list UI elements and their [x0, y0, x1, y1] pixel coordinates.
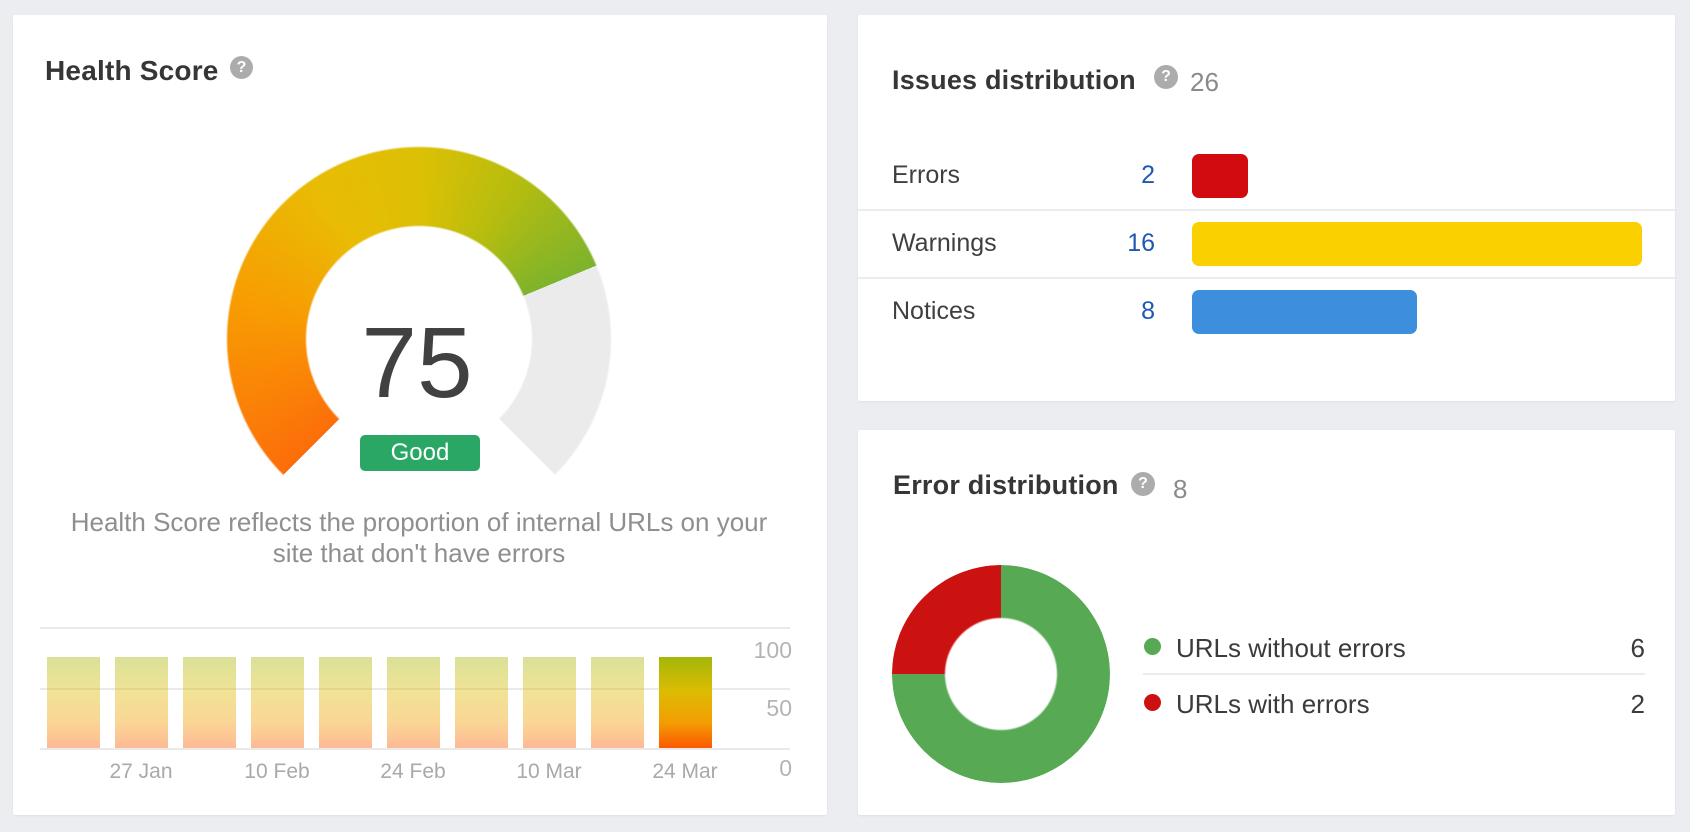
error-distribution-donut	[892, 565, 1110, 783]
legend-value: 2	[1630, 689, 1645, 719]
issues-row-count-link[interactable]: 16	[1055, 229, 1155, 258]
legend-dot-urls-with-errors	[1144, 694, 1161, 711]
trend-bar[interactable]	[591, 657, 644, 748]
error-distribution-card: Error distribution ? 8 URLs without erro…	[858, 430, 1675, 815]
y-axis-tick: 50	[766, 695, 792, 721]
trend-bar[interactable]	[183, 657, 236, 748]
issues-row-label: Warnings	[892, 229, 997, 257]
x-axis-tick: 24 Mar	[652, 760, 718, 783]
issues-row-count-link[interactable]: 8	[1055, 297, 1155, 326]
help-icon[interactable]: ?	[230, 56, 253, 79]
y-axis-tick: 100	[753, 637, 792, 663]
legend-label: URLs with errors	[1176, 689, 1370, 719]
health-score-title: Health Score	[45, 55, 219, 86]
x-axis-tick: 27 Jan	[109, 760, 173, 783]
issues-distribution-card: Issues distribution ? 26 Errors 2 Warnin…	[858, 15, 1675, 401]
issues-distribution-title: Issues distribution	[892, 65, 1136, 95]
errors-bar[interactable]	[1192, 154, 1248, 198]
issues-row-count-link[interactable]: 2	[1055, 161, 1155, 190]
warnings-bar[interactable]	[1192, 222, 1642, 266]
x-axis-tick: 10 Mar	[516, 760, 582, 783]
issues-row-warnings: Warnings 16	[858, 209, 1675, 277]
trend-bar[interactable]	[387, 657, 440, 748]
error-distribution-title: Error distribution	[893, 470, 1119, 500]
trend-bar[interactable]	[47, 657, 100, 748]
issues-row-label: Errors	[892, 161, 961, 189]
issues-row-label: Notices	[892, 297, 976, 325]
issues-row-errors: Errors 2	[858, 143, 1675, 209]
trend-bar[interactable]	[115, 657, 168, 748]
trend-bar[interactable]	[251, 657, 304, 748]
legend-divider	[1143, 673, 1645, 675]
help-icon[interactable]: ?	[1131, 472, 1155, 496]
legend-value: 6	[1630, 633, 1645, 663]
help-icon[interactable]: ?	[1154, 65, 1178, 89]
trend-bar[interactable]	[523, 657, 576, 748]
trend-bar[interactable]	[455, 657, 508, 748]
legend-dot-urls-without-errors	[1144, 638, 1161, 655]
trend-bar[interactable]	[659, 657, 712, 748]
notices-bar[interactable]	[1192, 290, 1417, 334]
health-score-card: Health Score ? 75 Good Health Score refl…	[13, 15, 827, 815]
health-score-description: Health Score reflects the proportion of …	[70, 507, 768, 568]
legend-label: URLs without errors	[1176, 633, 1406, 663]
x-axis-tick: 10 Feb	[244, 760, 310, 783]
gridline-100	[40, 627, 790, 629]
errors-total-count: 8	[1173, 474, 1188, 504]
health-score-badge: Good	[360, 435, 480, 471]
issues-row-notices: Notices 8	[858, 277, 1675, 345]
x-axis-tick: 24 Feb	[380, 760, 446, 783]
trend-bar[interactable]	[319, 657, 372, 748]
issues-total-count: 26	[1190, 67, 1219, 97]
health-score-value: 75	[361, 307, 473, 419]
gridline-0	[40, 748, 790, 750]
issues-rows: Errors 2 Warnings 16 Notices 8	[858, 143, 1675, 345]
